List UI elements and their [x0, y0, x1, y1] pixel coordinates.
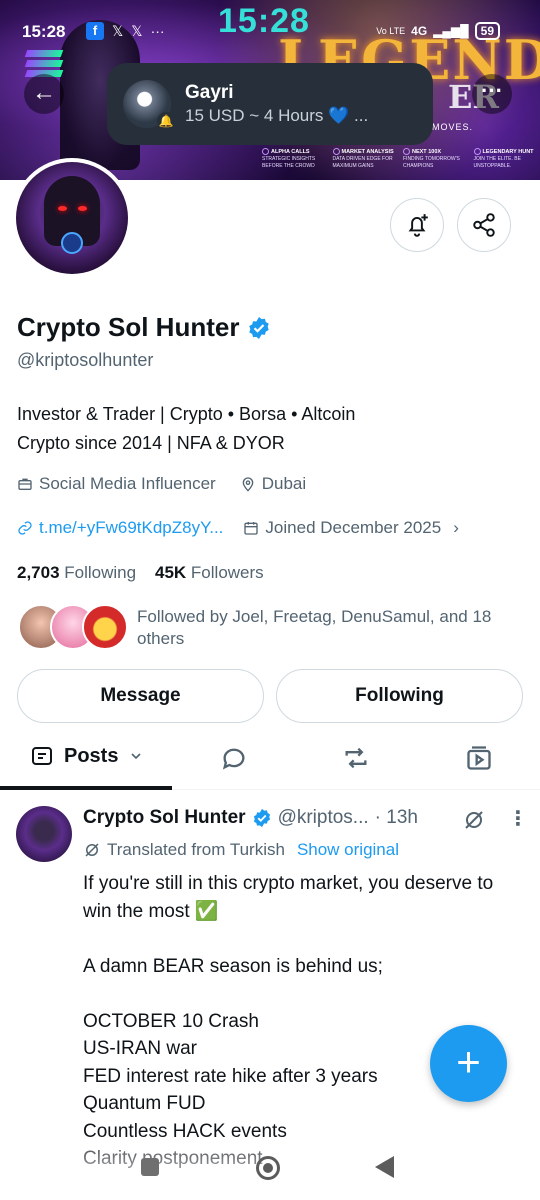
profile-handle: @kriptosolhunter [17, 350, 154, 370]
profile-category: Social Media Influencer [39, 474, 216, 493]
post-text: If you're still in this crypto market, y… [83, 873, 494, 1169]
tab-media-icon[interactable] [465, 744, 493, 772]
post-author-avatar[interactable] [16, 806, 72, 862]
profile-avatar[interactable] [12, 158, 132, 278]
compose-post-button[interactable]: + [430, 1025, 507, 1102]
profile-link[interactable]: t.me/+yFw69tKdpZ8yY... [39, 518, 223, 538]
translation-note: Translated from Turkish Show original [83, 840, 399, 860]
system-navigation-bar [0, 1146, 540, 1200]
bell-icon: 🔔 [157, 112, 175, 130]
following-button[interactable]: Following [276, 669, 523, 723]
bio-line: Investor & Trader | Crypto • Borsa • Alt… [17, 404, 356, 424]
notification-sender: Gayri [185, 82, 234, 103]
grok-icon[interactable] [462, 808, 486, 832]
notify-button[interactable] [390, 198, 444, 252]
posts-icon [32, 747, 52, 765]
followed-by-text[interactable]: Followed by Joel, Freetag, DenuSamul, an… [137, 606, 517, 650]
show-original-link[interactable]: Show original [297, 840, 399, 860]
follow-counts: 2,703 Following 45K Followers [17, 563, 264, 583]
chevron-down-icon[interactable] [128, 748, 144, 764]
battery-icon: 59 [474, 22, 500, 40]
banner-feature: LEGENDARY HUNT JOIN THE ELITE. BE UNSTOPP… [473, 148, 534, 169]
translated-label: Translated from Turkish [107, 840, 285, 859]
post-time: · 13h [374, 807, 418, 828]
tab-replies-icon[interactable] [220, 744, 248, 772]
system-status-icons: Vo LTE 4G ▂▄▆█ 59 [376, 22, 500, 40]
back-triangle-icon[interactable] [375, 1156, 394, 1178]
arrow-left-icon: ← [32, 79, 56, 106]
bio-line: Crypto since 2014 | NFA & DYOR [17, 433, 285, 453]
tab-posts-label: Posts [64, 744, 119, 767]
volte-icon: Vo LTE [376, 26, 406, 36]
banner-tagline: MOVES. [432, 122, 474, 132]
status-time: 15:28 [22, 22, 66, 41]
notification-message: 15 USD ~ 4 Hours 💙 ... [185, 106, 369, 125]
tab-reposts-icon[interactable] [342, 744, 370, 772]
location-pin-icon [242, 477, 254, 492]
followers-count-link[interactable]: 45K Followers [155, 563, 264, 582]
briefcase-icon [18, 478, 32, 490]
x-icon: 𝕏 [112, 22, 124, 39]
following-count-link[interactable]: 2,703 Following [17, 563, 136, 582]
network-label: 4G [411, 24, 428, 38]
home-icon[interactable] [256, 1156, 280, 1180]
notification-avatar: 🔔 [123, 80, 175, 130]
verified-badge-icon [253, 808, 270, 828]
verified-badge-icon[interactable] [247, 316, 271, 340]
banner-feature: MARKET ANALYSIS DATA DRIVEN EDGE FOR MAXI… [332, 148, 394, 169]
back-button[interactable]: ← [24, 74, 64, 114]
chevron-right-icon[interactable]: › [453, 518, 459, 538]
facebook-icon: f [86, 22, 104, 40]
profile-display-name: Crypto Sol Hunter [17, 312, 240, 342]
calendar-icon [244, 522, 259, 535]
profile-tabs: Posts [0, 730, 540, 790]
banner-feature: ALPHA CALLS STRATEGIC INSIGHTS BEFORE THE… [262, 148, 316, 169]
share-button[interactable] [457, 198, 511, 252]
share-icon [473, 213, 495, 237]
message-button[interactable]: Message [17, 669, 264, 723]
followed-by-avatars[interactable] [18, 604, 128, 650]
recent-apps-icon[interactable] [141, 1158, 159, 1176]
profile-bio: Investor & Trader | Crypto • Borsa • Alt… [17, 400, 355, 458]
bell-plus-icon [408, 214, 428, 237]
clock-overlay: 15:28 [218, 2, 310, 40]
more-dots-icon: ··· [481, 78, 503, 103]
plus-icon: + [456, 1038, 481, 1085]
active-tab-indicator [0, 786, 172, 790]
x-icon: 𝕏 [131, 22, 143, 39]
post-more-icon[interactable]: ⋮ [508, 806, 528, 831]
tab-posts[interactable]: Posts [30, 744, 144, 768]
signal-icon: ▂▄▆█ [433, 24, 469, 38]
post-author-name[interactable]: Crypto Sol Hunter [83, 807, 246, 829]
avatar [82, 604, 128, 650]
notification-popup[interactable]: 🔔 Gayri 15 USD ~ 4 Hours 💙 ... [107, 63, 433, 145]
status-notification-icons: f 𝕏 𝕏 ··· [86, 22, 165, 40]
profile-location: Dubai [261, 474, 307, 493]
profile-meta-row: t.me/+yFw69tKdpZ8yY... Joined December 2… [17, 518, 459, 538]
more-options-button[interactable]: ··· [472, 74, 512, 114]
post-author-handle: @kriptos... [277, 807, 369, 828]
banner-feature: NEXT 100X FINDING TOMORROW'S CHAMPIONS [403, 148, 460, 169]
post-header: Crypto Sol Hunter @kriptos... · 13h [83, 807, 418, 829]
profile-meta-row: Social Media Influencer Dubai [17, 474, 306, 494]
translate-icon [85, 843, 99, 857]
profile-joined: Joined December 2025 [265, 518, 442, 537]
banner-feature-strip: ALPHA CALLS STRATEGIC INSIGHTS BEFORE THE… [258, 146, 540, 180]
link-icon [18, 521, 32, 535]
more-dots-icon: ··· [150, 23, 165, 39]
